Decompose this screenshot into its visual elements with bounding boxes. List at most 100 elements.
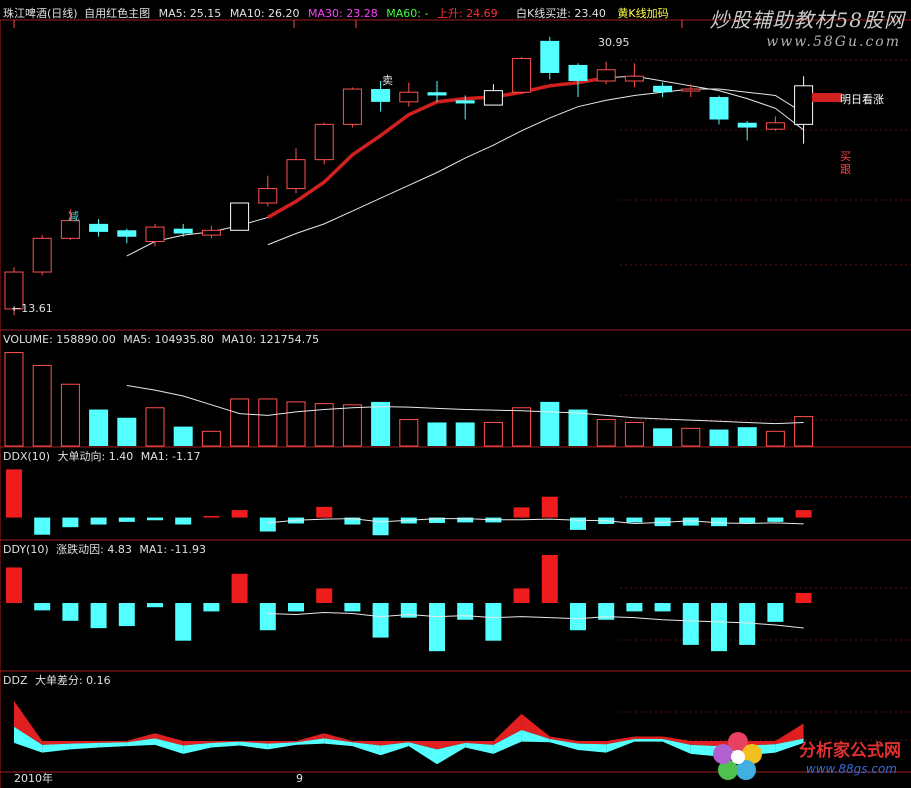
ddx-label: DDX(10): [3, 450, 51, 463]
ddy-bar: [316, 588, 333, 604]
volume-bar: [512, 407, 532, 447]
volume-ma10-readout: MA10: 121754.75: [221, 333, 320, 346]
ddy-bar: [513, 588, 530, 604]
ddy-bar: [62, 603, 79, 621]
ddx-bar: [6, 469, 22, 518]
volume-bar: [371, 401, 391, 446]
ddy-bar: [203, 603, 220, 612]
rise-readout: 上升: 24.69: [436, 7, 498, 20]
buy-watch-label: 买 跟: [840, 150, 852, 176]
candle-body: [230, 202, 250, 231]
volume-ma5-readout: MA5: 104935.80: [123, 333, 214, 346]
volume-bar: [624, 421, 644, 447]
ddy-bar: [147, 603, 163, 608]
ddy-bar: [372, 603, 389, 638]
ddx-bar: [767, 517, 784, 522]
candle-body: [681, 88, 701, 92]
volume-bar: [681, 427, 701, 447]
tomorrow-up-label: 明日看涨: [840, 93, 884, 106]
ddy-bar: [429, 603, 445, 652]
volume-bar: [765, 430, 785, 447]
candle-body: [399, 91, 419, 103]
candle-body: [145, 226, 165, 243]
ddx-name: 大单动向: 1.40: [57, 450, 134, 463]
flower-logo-icon: [713, 732, 762, 780]
ma5-readout: MA5: 25.15: [158, 7, 222, 20]
candle-body: [427, 92, 447, 96]
ddy-bar: [231, 573, 248, 604]
ddx-bar: [570, 517, 586, 530]
ddx-bar: [259, 517, 276, 532]
ddz-positive-area: [634, 736, 663, 740]
reduce-signal-label: 减: [68, 210, 79, 223]
ddy-bar: [344, 603, 361, 612]
candle-body: [32, 237, 52, 273]
candle-body: [89, 223, 109, 232]
volume-bar: [653, 428, 673, 446]
volume-bar: [89, 409, 109, 446]
candle-body: [371, 89, 391, 102]
candle-body: [709, 97, 729, 120]
watermark-top-cn: 炒股辅助教材58股网: [709, 8, 905, 32]
candle-body: [286, 159, 306, 190]
ddx-bar: [513, 507, 530, 518]
main-formula: 自用红色主图: [84, 7, 151, 20]
ddx-bar: [62, 517, 79, 528]
volume-bar: [399, 419, 419, 447]
date-axis-year: 2010年: [14, 772, 53, 785]
ddz-negative-area: [465, 742, 494, 754]
volume-readout: VOLUME: 158890.00: [3, 333, 116, 346]
volume-bar: [173, 426, 193, 446]
candle-body: [342, 88, 362, 125]
ddz-name: 大单差分: 0.16: [34, 674, 111, 687]
ddz-negative-area: [578, 743, 607, 753]
candle-body: [314, 123, 334, 161]
ma30-readout: MA30: 23.28: [308, 7, 378, 20]
white-buy-readout: 白K线买进: 23.40: [516, 7, 606, 20]
volume-bar: [117, 417, 137, 446]
candle-body: [737, 122, 757, 128]
ddx-bar: [147, 517, 163, 521]
volume-ma-line: [126, 384, 804, 425]
ddy-name: 涨跌动因: 4.83: [56, 543, 132, 556]
ddy-bar: [288, 603, 304, 612]
ddy-bar: [34, 603, 51, 611]
ddy-bar: [6, 567, 22, 604]
volume-bar: [258, 398, 278, 447]
candle-body: [258, 188, 278, 204]
ddy-bar: [90, 603, 107, 629]
ddx-bar: [739, 517, 756, 523]
tomorrow-up-marker: [812, 93, 842, 102]
candle-body: [455, 100, 475, 104]
chart-canvas: [0, 19, 911, 788]
ddx-ma1: MA1: -1.17: [140, 450, 201, 463]
watermark-bottom-url: www.88gs.com: [805, 762, 897, 776]
ddx-bar: [118, 517, 135, 522]
volume-bar: [709, 429, 729, 446]
ddy-bar: [767, 603, 784, 622]
candle-body: [568, 64, 588, 81]
ddy-bar: [626, 603, 643, 612]
candle-body: [765, 122, 785, 130]
candle-body: [653, 85, 673, 93]
date-axis-month: 9: [296, 772, 303, 785]
ddx-header: DDX(10) 大单动向: 1.40 MA1: -1.17: [3, 450, 200, 464]
high-price-label: 30.95: [598, 36, 630, 49]
volume-bar: [60, 383, 80, 447]
volume-bar: [568, 409, 588, 446]
ddz-negative-area: [42, 743, 71, 753]
ddy-label: DDY(10): [3, 543, 49, 556]
ddx-bar: [203, 515, 220, 518]
watermark-bottom-cn: 分析家公式网: [799, 741, 901, 761]
watermark-top-url: www.58Gu.com: [766, 34, 901, 50]
ddy-bar: [570, 603, 586, 631]
ddz-label: DDZ: [3, 674, 28, 687]
ddy-bar: [795, 592, 812, 604]
candle-body: [540, 40, 560, 73]
ddz-negative-area: [634, 739, 663, 742]
ddz-negative-area: [70, 742, 99, 750]
sell-signal-label: 卖: [382, 74, 393, 87]
ddx-bar: [541, 496, 558, 518]
ddy-bar: [541, 554, 558, 604]
ddz-header: DDZ 大单差分: 0.16: [3, 674, 111, 688]
